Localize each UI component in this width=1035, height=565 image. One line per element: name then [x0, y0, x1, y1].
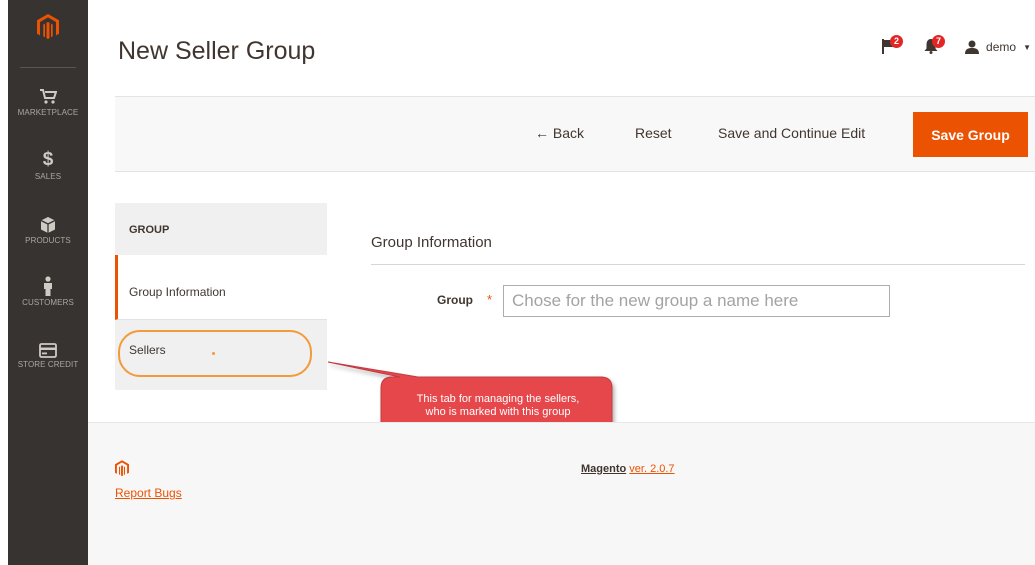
cart-icon [40, 89, 57, 104]
person-icon [44, 276, 52, 296]
annotation-highlight-ring [118, 330, 312, 377]
version-link[interactable]: ver. 2.0.7 [629, 463, 674, 475]
sidebar-divider [20, 67, 76, 68]
save-and-continue-button[interactable]: Save and Continue Edit [718, 125, 865, 141]
footer-version: Magento ver. 2.0.7 [581, 463, 675, 475]
sidebar-item-label: MARKETPLACE [17, 108, 79, 117]
annotation-dot [212, 352, 215, 355]
page-footer: Report Bugs Magento ver. 2.0.7 [88, 422, 1035, 565]
magento-brand-link[interactable]: Magento [581, 463, 626, 475]
magento-logo-icon [115, 460, 129, 477]
header-actions: 2 7 demo ▼ [881, 35, 1031, 56]
card-icon [39, 343, 57, 358]
back-button[interactable]: ← Back [535, 125, 584, 141]
callout-text: This tab for managing the sellers, who i… [388, 393, 608, 419]
system-messages-button[interactable]: 2 [881, 35, 904, 56]
magento-logo-icon[interactable] [8, 14, 88, 54]
notifications-count-badge: 7 [932, 35, 946, 48]
save-group-button[interactable]: Save Group [913, 112, 1028, 157]
section-divider [371, 264, 1025, 265]
required-marker: * [487, 292, 493, 307]
box-icon [40, 217, 56, 233]
sidebar-item-label: STORE CREDIT [17, 360, 79, 369]
group-name-input[interactable] [503, 285, 890, 317]
sidebar-item-label: SALES [34, 172, 62, 181]
callout-line: This tab for managing the sellers, [416, 393, 580, 405]
flags-count-badge: 2 [890, 35, 904, 48]
user-menu[interactable]: demo ▼ [965, 40, 1031, 54]
sidebar-item-products[interactable]: PRODUCTS [8, 212, 88, 245]
tabs-heading: GROUP [115, 203, 327, 255]
page-title: New Seller Group [118, 37, 316, 65]
chevron-down-icon: ▼ [1023, 42, 1031, 52]
group-field-label: Group [437, 293, 473, 307]
user-icon [965, 40, 980, 54]
sidebar-item-customers[interactable]: CUSTOMERS [8, 274, 88, 307]
callout-line: who is marked with this group [425, 406, 571, 418]
page-actions-bar: ← Back Reset Save and Continue Edit Save… [115, 96, 1035, 172]
sidebar-item-label: PRODUCTS [25, 236, 71, 245]
user-name: demo [986, 40, 1017, 54]
dollar-icon: $ [42, 149, 54, 170]
section-title: Group Information [371, 234, 492, 251]
sidebar-item-label: CUSTOMERS [22, 298, 74, 307]
sidebar-item-store-credit[interactable]: STORE CREDIT [8, 336, 88, 369]
sidebar-item-marketplace[interactable]: MARKETPLACE [8, 84, 88, 117]
reset-button[interactable]: Reset [635, 125, 672, 141]
sidebar-item-sales[interactable]: $ SALES [8, 148, 88, 182]
notifications-button[interactable]: 7 [923, 35, 946, 56]
report-bugs-link[interactable]: Report Bugs [115, 486, 182, 500]
admin-sidebar: MARKETPLACE $ SALES PRODUCTS CUSTOMERS S… [8, 0, 88, 565]
tab-group-information[interactable]: Group Information [115, 255, 327, 320]
